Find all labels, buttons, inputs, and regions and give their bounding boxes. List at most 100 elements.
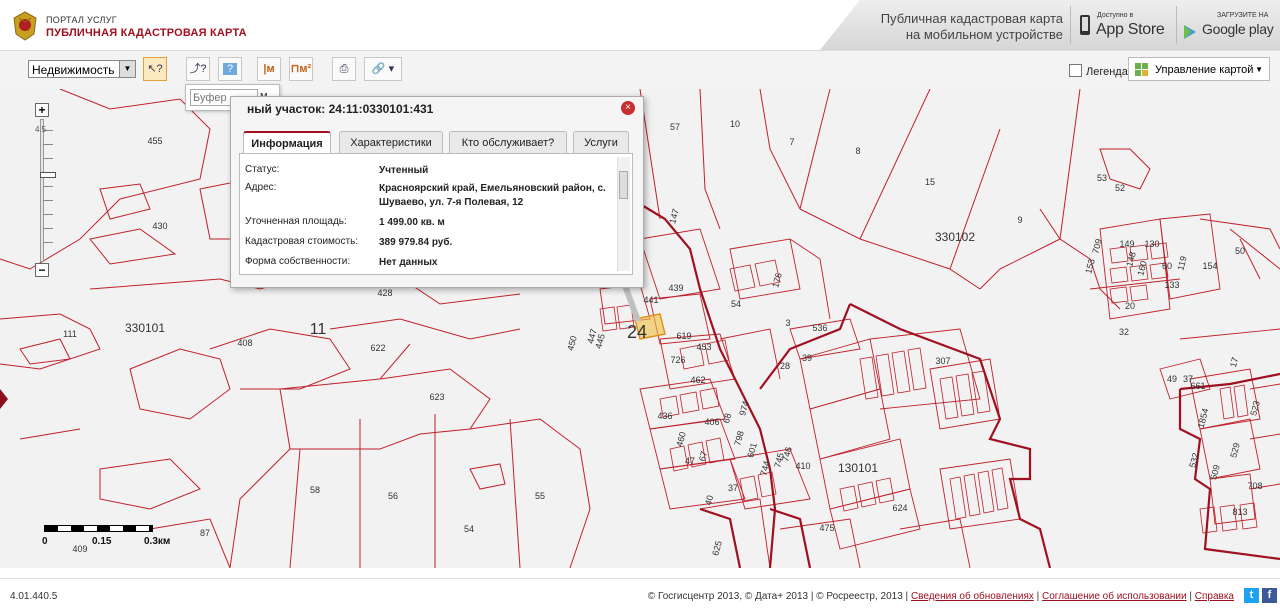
parcel-label: 133	[1164, 280, 1179, 290]
tab-info[interactable]: Информация	[243, 131, 331, 153]
parcel-label: 436	[657, 411, 672, 421]
parcel-label: 625	[710, 540, 724, 557]
parcel-label: 726	[670, 355, 685, 365]
zoom-in-button[interactable]: +	[35, 103, 49, 117]
parcel-label: 307	[935, 356, 950, 366]
terms-link[interactable]: Соглашение об использовании	[1042, 591, 1187, 602]
parcel-label: 130101	[838, 461, 878, 475]
zoom-tick	[43, 144, 53, 145]
facebook-icon[interactable]: f	[1262, 588, 1277, 603]
parcel-label: 87	[200, 528, 210, 538]
portal-title[interactable]: ПУБЛИЧНАЯ КАДАСТРОВАЯ КАРТА	[46, 27, 247, 39]
parcel-label: 24	[627, 322, 647, 342]
zoom-track[interactable]	[40, 119, 56, 262]
zoom-tick	[43, 228, 53, 229]
field-label: Адрес:	[245, 182, 277, 193]
close-icon[interactable]: ×	[621, 101, 635, 115]
parcel-label: 624	[892, 503, 907, 513]
parcel-label: 149	[1119, 239, 1134, 249]
scrollbar-thumb[interactable]	[619, 171, 628, 199]
buffer-tool-button[interactable]: ⤴?	[186, 57, 210, 81]
field-label: Кадастровая стоимость:	[245, 236, 359, 247]
parcel-label: 130	[1144, 239, 1159, 249]
parcel-label: 20	[1125, 301, 1135, 311]
popup-scrollbar[interactable]	[617, 157, 630, 271]
area-info-button[interactable]: ?	[218, 57, 242, 81]
map-manager-dropdown[interactable]: Управление картой ▼	[1128, 57, 1270, 81]
legend-checkbox[interactable]	[1069, 64, 1082, 77]
help-link[interactable]: Справка	[1195, 591, 1234, 602]
updates-link[interactable]: Сведения об обновлениях	[911, 591, 1034, 602]
parcel-label: 58	[310, 485, 320, 495]
parcel-label: 746	[780, 446, 794, 463]
parcel-label: 441	[643, 295, 658, 305]
parcel-label: 536	[812, 323, 827, 333]
pan-left-icon[interactable]	[0, 389, 8, 409]
legend-label: Легенда	[1086, 66, 1128, 78]
zoom-out-button[interactable]: −	[35, 263, 49, 277]
parcel-label: 7	[789, 137, 794, 147]
zoom-level-label: 4.5	[35, 125, 47, 134]
parcel-label: 523	[1248, 400, 1262, 417]
parcel-label: 55	[535, 491, 545, 501]
coat-of-arms-icon	[13, 11, 37, 41]
field-label: Статус:	[245, 164, 280, 175]
parcel-label: 410	[795, 461, 810, 471]
parcel-label: 330102	[935, 230, 975, 244]
footer: 4.01.440.5 © Госгисцентр 2013, © Дата+ 2…	[0, 578, 1280, 609]
legend-toggle[interactable]: Легенда	[1069, 64, 1128, 78]
zoom-slider-thumb[interactable]	[40, 172, 56, 178]
tab-services[interactable]: Услуги	[573, 131, 629, 153]
parcel-label: 53	[1097, 173, 1107, 183]
parcel-label: 11	[310, 321, 327, 338]
field-label: Форма собственности:	[245, 256, 351, 267]
parcel-label: 154	[1202, 261, 1217, 271]
parcel-label: 119	[1175, 255, 1188, 271]
measure-length-button[interactable]: |м	[257, 57, 281, 81]
parcel-label: 622	[370, 343, 385, 353]
parcel-label: 813	[1232, 507, 1247, 517]
parcel-label: 60	[1162, 261, 1172, 271]
object-type-select[interactable]: Недвижимость ▼	[28, 60, 136, 78]
field-value: 389 979.84 руб.	[379, 237, 453, 248]
parcel-label: 40	[703, 494, 715, 506]
parcel-label: 67	[697, 450, 709, 462]
parcel-label: 408	[237, 338, 252, 348]
field-value: Красноярский край, Емельяновский район, …	[379, 183, 606, 208]
measure-area-button[interactable]: ⊓м²	[289, 57, 313, 81]
parcel-label: 8	[855, 146, 860, 156]
parcel-label: 54	[464, 524, 474, 534]
print-button[interactable]: ⎙	[332, 57, 356, 81]
parcel-label: 439	[668, 283, 683, 293]
parcel-label: 661	[1190, 381, 1205, 391]
googleplay-caption: ЗАГРУЗИТЕ НА	[1217, 12, 1269, 19]
parcel-label: 450	[565, 335, 579, 352]
parcel-label: 974	[737, 400, 751, 417]
ruler-icon: |м	[263, 63, 275, 75]
googleplay-label: Google play	[1202, 21, 1274, 37]
link-button[interactable]: 🔗 ▾	[364, 57, 402, 81]
question-box-icon: ?	[222, 63, 238, 75]
parcel-label: 462	[690, 375, 705, 385]
parcel-label: 709	[1090, 238, 1104, 255]
parcel-label: 330101	[125, 321, 165, 335]
app-store-button[interactable]: Доступно в App Store	[1070, 6, 1176, 44]
play-icon	[1184, 25, 1196, 39]
tab-characteristics[interactable]: Характеристики	[339, 131, 443, 153]
parcel-label: 428	[377, 288, 392, 298]
parcel-label: 49	[1167, 374, 1177, 384]
tab-who-serves[interactable]: Кто обслуживает?	[449, 131, 567, 153]
parcel-label: 176	[770, 272, 784, 289]
promo-line-1: Публичная кадастровая карта	[880, 11, 1063, 26]
google-play-button[interactable]: ЗАГРУЗИТЕ НА Google play	[1176, 6, 1280, 44]
parcel-label: 15	[925, 177, 935, 187]
parcel-label: 54	[731, 299, 741, 309]
identify-tool-button[interactable]: ↖?	[143, 57, 167, 81]
twitter-icon[interactable]: t	[1244, 588, 1259, 603]
parcel-label: 68	[721, 412, 733, 424]
parcel-label: 111	[63, 329, 77, 339]
parcel-label: 37	[728, 483, 738, 493]
version-label: 4.01.440.5	[10, 591, 58, 602]
mobile-promo: Публичная кадастровая карта на мобильном…	[820, 0, 1280, 50]
parcel-label: 56	[388, 491, 398, 501]
